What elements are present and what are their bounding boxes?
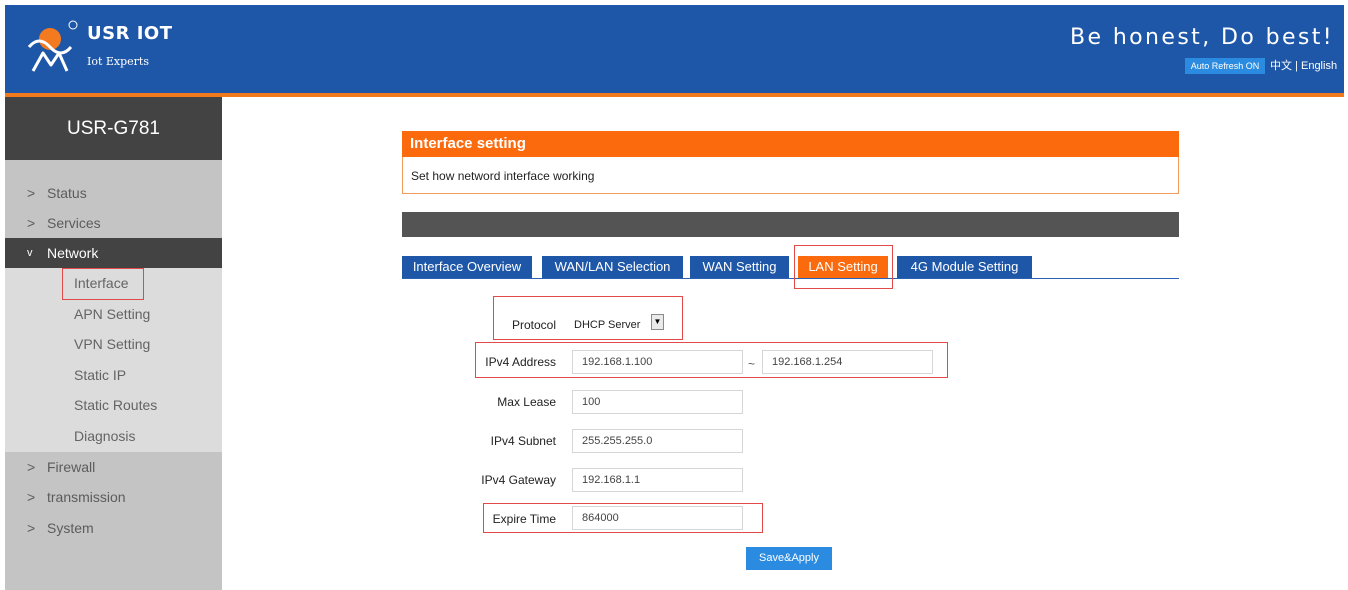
- tab-interface-overview[interactable]: Interface Overview: [402, 256, 532, 278]
- max-lease-label: Max Lease: [497, 395, 556, 409]
- lang-chinese-link[interactable]: 中文: [1270, 60, 1292, 72]
- sidebar-item-system[interactable]: > System: [5, 513, 222, 543]
- top-header: USR IOT Iot Experts Be honest, Do best!: [5, 5, 1344, 93]
- usr-iot-logo-icon: [27, 20, 78, 72]
- sidebar-item-status[interactable]: > Status: [5, 178, 222, 208]
- chevron-right-icon: >: [27, 215, 36, 231]
- tab-4g-module-setting[interactable]: 4G Module Setting: [897, 256, 1032, 278]
- chevron-right-icon: >: [27, 185, 36, 201]
- sidebar-subitem-label: Static Routes: [74, 397, 158, 413]
- lan-setting-highlight-box: [794, 245, 893, 289]
- sidebar-subitem-label: Static IP: [74, 367, 127, 383]
- tab-underline: [402, 278, 1179, 279]
- ipv4-subnet-label: IPv4 Subnet: [490, 434, 556, 448]
- slogan: Be honest, Do best!: [1070, 25, 1334, 50]
- sidebar-item-label: Status: [47, 185, 87, 201]
- panel-title: Interface setting: [402, 131, 1179, 157]
- lang-separator: |: [1295, 60, 1298, 72]
- device-model: USR-G781: [5, 97, 222, 160]
- expire-time-label: Expire Time: [492, 512, 556, 526]
- sidebar-item-services[interactable]: > Services: [5, 208, 222, 238]
- sidebar-item-label: Network: [47, 245, 99, 261]
- brand-tagline: Iot Experts: [87, 55, 149, 68]
- sidebar-item-network[interactable]: v Network: [5, 238, 222, 268]
- sidebar-item-label: transmission: [47, 489, 126, 505]
- panel-description: Set how netword interface working: [402, 157, 1179, 194]
- sidebar-subitem-label: VPN Setting: [74, 336, 151, 352]
- expire-time-input[interactable]: 864000: [572, 506, 743, 530]
- sidebar-subitem-apn-setting[interactable]: APN Setting: [5, 299, 222, 329]
- auto-refresh-button[interactable]: Auto Refresh ON: [1185, 58, 1265, 74]
- max-lease-input[interactable]: 100: [572, 390, 743, 414]
- sidebar-item-label: Firewall: [47, 459, 96, 475]
- chevron-right-icon: >: [27, 459, 36, 475]
- sidebar-item-label: Services: [47, 215, 101, 231]
- chevron-down-icon: v: [27, 247, 33, 259]
- sidebar-item-transmission[interactable]: > transmission: [5, 482, 222, 512]
- sidebar-item-label: System: [47, 520, 94, 536]
- ipv4-subnet-input[interactable]: 255.255.255.0: [572, 429, 743, 453]
- ipv4-gateway-label: IPv4 Gateway: [481, 473, 556, 487]
- tab-wan-lan-selection[interactable]: WAN/LAN Selection: [542, 256, 683, 278]
- ipv4-end-input[interactable]: 192.168.1.254: [762, 350, 933, 374]
- lang-english-link[interactable]: English: [1301, 60, 1337, 72]
- sidebar-subitem-label: APN Setting: [74, 306, 151, 322]
- protocol-label: Protocol: [511, 318, 556, 332]
- save-apply-button[interactable]: Save&Apply: [746, 547, 832, 570]
- ipv4-start-input[interactable]: 192.168.1.100: [572, 350, 743, 374]
- range-separator: ~: [748, 357, 756, 371]
- ipv4-address-label: IPv4 Address: [485, 355, 556, 369]
- sidebar-item-firewall[interactable]: > Firewall: [5, 452, 222, 482]
- sidebar-subitem-static-ip[interactable]: Static IP: [5, 360, 222, 390]
- ipv4-gateway-input[interactable]: 192.168.1.1: [572, 468, 743, 492]
- sidebar-subitem-label: Diagnosis: [74, 428, 136, 444]
- sidebar: USR-G781 > Status > Services v Network I…: [5, 97, 222, 590]
- chevron-right-icon: >: [27, 520, 36, 536]
- language-switch: 中文 | English: [1270, 58, 1337, 74]
- chevron-right-icon: >: [27, 489, 36, 505]
- sidebar-subitem-diagnosis[interactable]: Diagnosis: [5, 421, 222, 451]
- tab-wan-setting[interactable]: WAN Setting: [690, 256, 789, 278]
- section-divider-bar: [402, 212, 1179, 237]
- sidebar-subitem-vpn-setting[interactable]: VPN Setting: [5, 329, 222, 359]
- interface-highlight-box: [62, 268, 144, 300]
- dropdown-arrow-icon[interactable]: ▼: [651, 314, 664, 330]
- sidebar-subitem-static-routes[interactable]: Static Routes: [5, 390, 222, 420]
- protocol-select[interactable]: DHCP Server ▼: [570, 312, 666, 336]
- brand-name: USR IOT: [87, 23, 173, 44]
- protocol-value: DHCP Server: [574, 319, 641, 331]
